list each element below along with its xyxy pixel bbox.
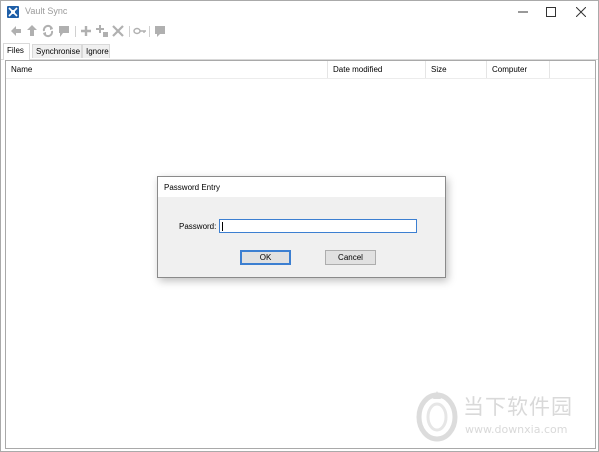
maximize-button[interactable]	[534, 1, 568, 23]
toolbar-separator	[149, 26, 150, 37]
watermark-text: 当下软件园	[463, 395, 573, 419]
close-button[interactable]	[564, 1, 598, 23]
up-arrow-icon	[27, 25, 37, 36]
back-button[interactable]	[9, 24, 23, 38]
toolbar-separator	[75, 26, 76, 37]
delete-button[interactable]	[111, 24, 125, 38]
toolbar	[5, 24, 205, 40]
password-label: Password:	[179, 222, 217, 231]
comment-button[interactable]	[153, 24, 167, 38]
watermark: 当下软件园 www.downxia.com	[415, 389, 595, 447]
dialog-title-bar[interactable]: Password Entry	[158, 177, 445, 197]
minimize-icon	[518, 11, 528, 13]
add-item-icon	[96, 25, 108, 37]
refresh-button[interactable]	[41, 24, 55, 38]
password-entry-dialog: Password Entry Password: OK Cancel	[157, 176, 446, 278]
add-item-button[interactable]	[95, 24, 109, 38]
add-button[interactable]	[79, 24, 93, 38]
toolbar-separator	[129, 26, 130, 37]
file-list-header: Name Date modified Size Computer	[6, 61, 595, 79]
tab-ignore[interactable]: Ignore	[82, 44, 110, 58]
cancel-button[interactable]: Cancel	[325, 250, 376, 265]
delete-icon	[112, 25, 124, 37]
vault-sync-app-icon[interactable]	[7, 6, 19, 18]
flag-button[interactable]	[57, 24, 71, 38]
flag-icon	[59, 26, 69, 37]
refresh-icon	[42, 24, 54, 38]
up-button[interactable]	[25, 24, 39, 38]
ok-button[interactable]: OK	[240, 250, 291, 265]
key-button[interactable]	[133, 24, 147, 38]
watermark-logo-icon	[416, 391, 458, 442]
dialog-title: Password Entry	[164, 183, 221, 192]
window-title: Vault Sync	[25, 6, 68, 16]
title-bar[interactable]: Vault Sync	[1, 1, 598, 23]
watermark-url: www.downxia.com	[465, 423, 568, 436]
column-header-size[interactable]: Size	[426, 61, 487, 78]
close-icon	[576, 7, 586, 17]
tab-synchronise[interactable]: Synchronise	[32, 44, 82, 58]
password-field[interactable]	[219, 219, 417, 233]
add-icon	[81, 26, 91, 36]
column-header-date-modified[interactable]: Date modified	[328, 61, 426, 78]
comment-icon	[155, 26, 165, 37]
column-header-computer[interactable]: Computer	[487, 61, 550, 78]
text-caret	[222, 222, 223, 231]
back-arrow-icon	[11, 26, 21, 36]
column-header-name[interactable]: Name	[6, 61, 328, 78]
app-window: Vault Sync Files Synchronise Ignore Name…	[0, 0, 599, 452]
tab-strip: Files Synchronise Ignore	[1, 43, 598, 60]
key-icon	[133, 27, 146, 35]
tab-files[interactable]: Files	[3, 43, 30, 60]
maximize-icon	[546, 7, 556, 17]
